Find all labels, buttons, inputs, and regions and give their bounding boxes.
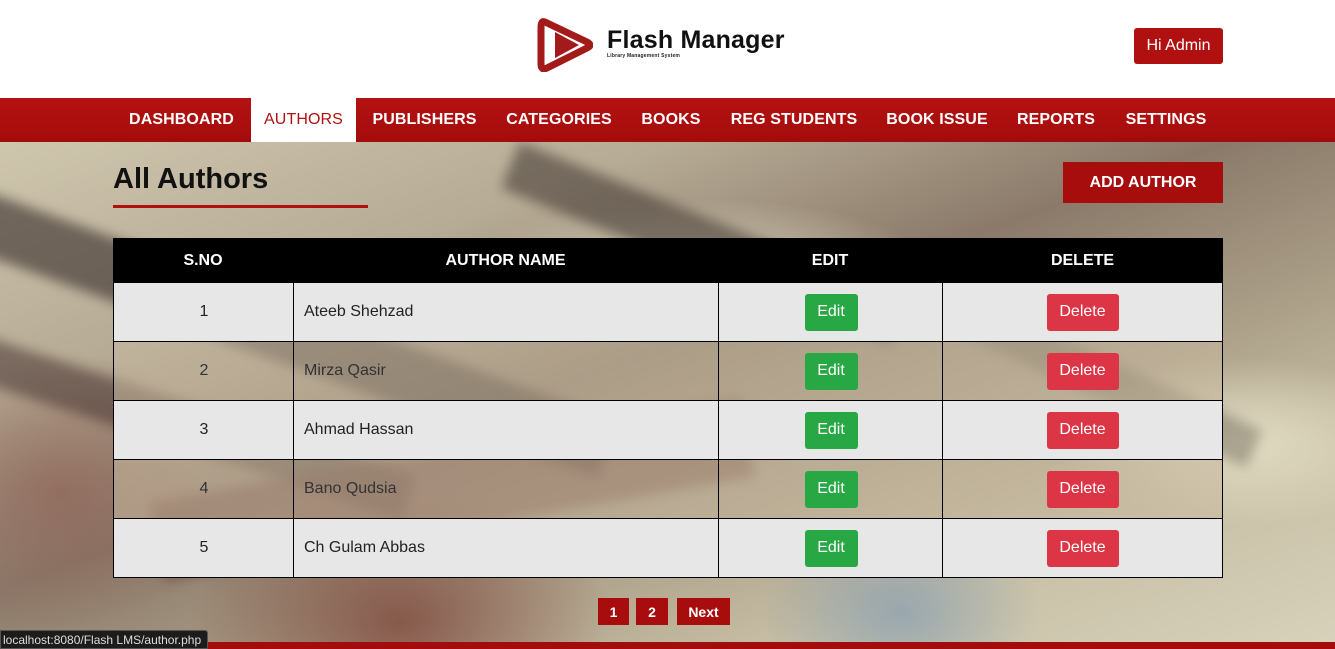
nav-item-settings[interactable]: SETTINGS xyxy=(1111,98,1221,142)
user-menu-button[interactable]: Hi Admin xyxy=(1134,28,1223,64)
table-row: 5 Ch Gulam Abbas Edit Delete xyxy=(113,519,1223,578)
nav-item-books[interactable]: BOOKS xyxy=(627,98,715,142)
delete-button[interactable]: Delete xyxy=(1046,352,1119,390)
column-header-sno: S.NO xyxy=(183,251,223,269)
author-name: Ahmad Hassan xyxy=(304,421,414,438)
brand-logo[interactable]: Flash Manager Library Management System xyxy=(537,18,785,72)
title-underline xyxy=(113,205,368,208)
row-sno: 4 xyxy=(199,480,209,497)
table-row: 1 Ateeb Shehzad Edit Delete xyxy=(113,283,1223,342)
edit-button[interactable]: Edit xyxy=(804,411,858,449)
column-header-edit: EDIT xyxy=(811,251,849,269)
site-header: Flash Manager Library Management System … xyxy=(0,0,1335,98)
main-nav: DASHBOARD AUTHORS PUBLISHERS CATEGORIES … xyxy=(0,98,1335,142)
table-header: S.NO AUTHOR NAME EDIT DELETE xyxy=(113,238,1223,283)
author-name: Ch Gulam Abbas xyxy=(304,539,425,556)
nav-item-book-issue[interactable]: BOOK ISSUE xyxy=(873,98,1001,142)
pagination-page-2[interactable]: 2 xyxy=(636,598,668,625)
edit-button[interactable]: Edit xyxy=(804,293,858,331)
delete-button[interactable]: Delete xyxy=(1046,470,1119,508)
nav-item-reports[interactable]: REPORTS xyxy=(1003,98,1109,142)
author-name: Bano Qudsia xyxy=(304,480,397,497)
add-author-button[interactable]: ADD AUTHOR xyxy=(1063,162,1223,203)
author-name: Ateeb Shehzad xyxy=(304,303,414,320)
delete-button[interactable]: Delete xyxy=(1046,293,1119,331)
table-row: 2 Mirza Qasir Edit Delete xyxy=(113,342,1223,401)
pagination-page-1[interactable]: 1 xyxy=(598,598,629,625)
page-title: All Authors xyxy=(113,163,269,195)
nav-item-dashboard[interactable]: DASHBOARD xyxy=(113,98,250,142)
pagination-next-button[interactable]: Next xyxy=(677,598,730,625)
edit-button[interactable]: Edit xyxy=(804,352,858,390)
row-sno: 1 xyxy=(199,303,209,320)
delete-button[interactable]: Delete xyxy=(1046,411,1119,449)
delete-button[interactable]: Delete xyxy=(1046,529,1119,567)
author-name: Mirza Qasir xyxy=(304,362,386,379)
row-sno: 5 xyxy=(199,539,209,556)
nav-item-authors[interactable]: AUTHORS xyxy=(251,98,356,142)
table-row: 4 Bano Qudsia Edit Delete xyxy=(113,460,1223,519)
edit-button[interactable]: Edit xyxy=(804,470,858,508)
table-row: 3 Ahmad Hassan Edit Delete xyxy=(113,401,1223,460)
nav-item-categories[interactable]: CATEGORIES xyxy=(493,98,625,142)
play-logo-icon xyxy=(537,18,593,72)
status-bar-url: localhost:8080/Flash LMS/author.php xyxy=(0,630,209,649)
edit-button[interactable]: Edit xyxy=(804,529,858,567)
nav-item-publishers[interactable]: PUBLISHERS xyxy=(358,98,491,142)
column-header-delete: DELETE xyxy=(1050,251,1115,269)
row-sno: 2 xyxy=(199,362,209,379)
nav-item-reg-students[interactable]: REG STUDENTS xyxy=(717,98,871,142)
row-sno: 3 xyxy=(199,421,209,438)
column-header-author-name: AUTHOR NAME xyxy=(445,251,566,269)
brand-title: Flash Manager xyxy=(607,26,785,54)
